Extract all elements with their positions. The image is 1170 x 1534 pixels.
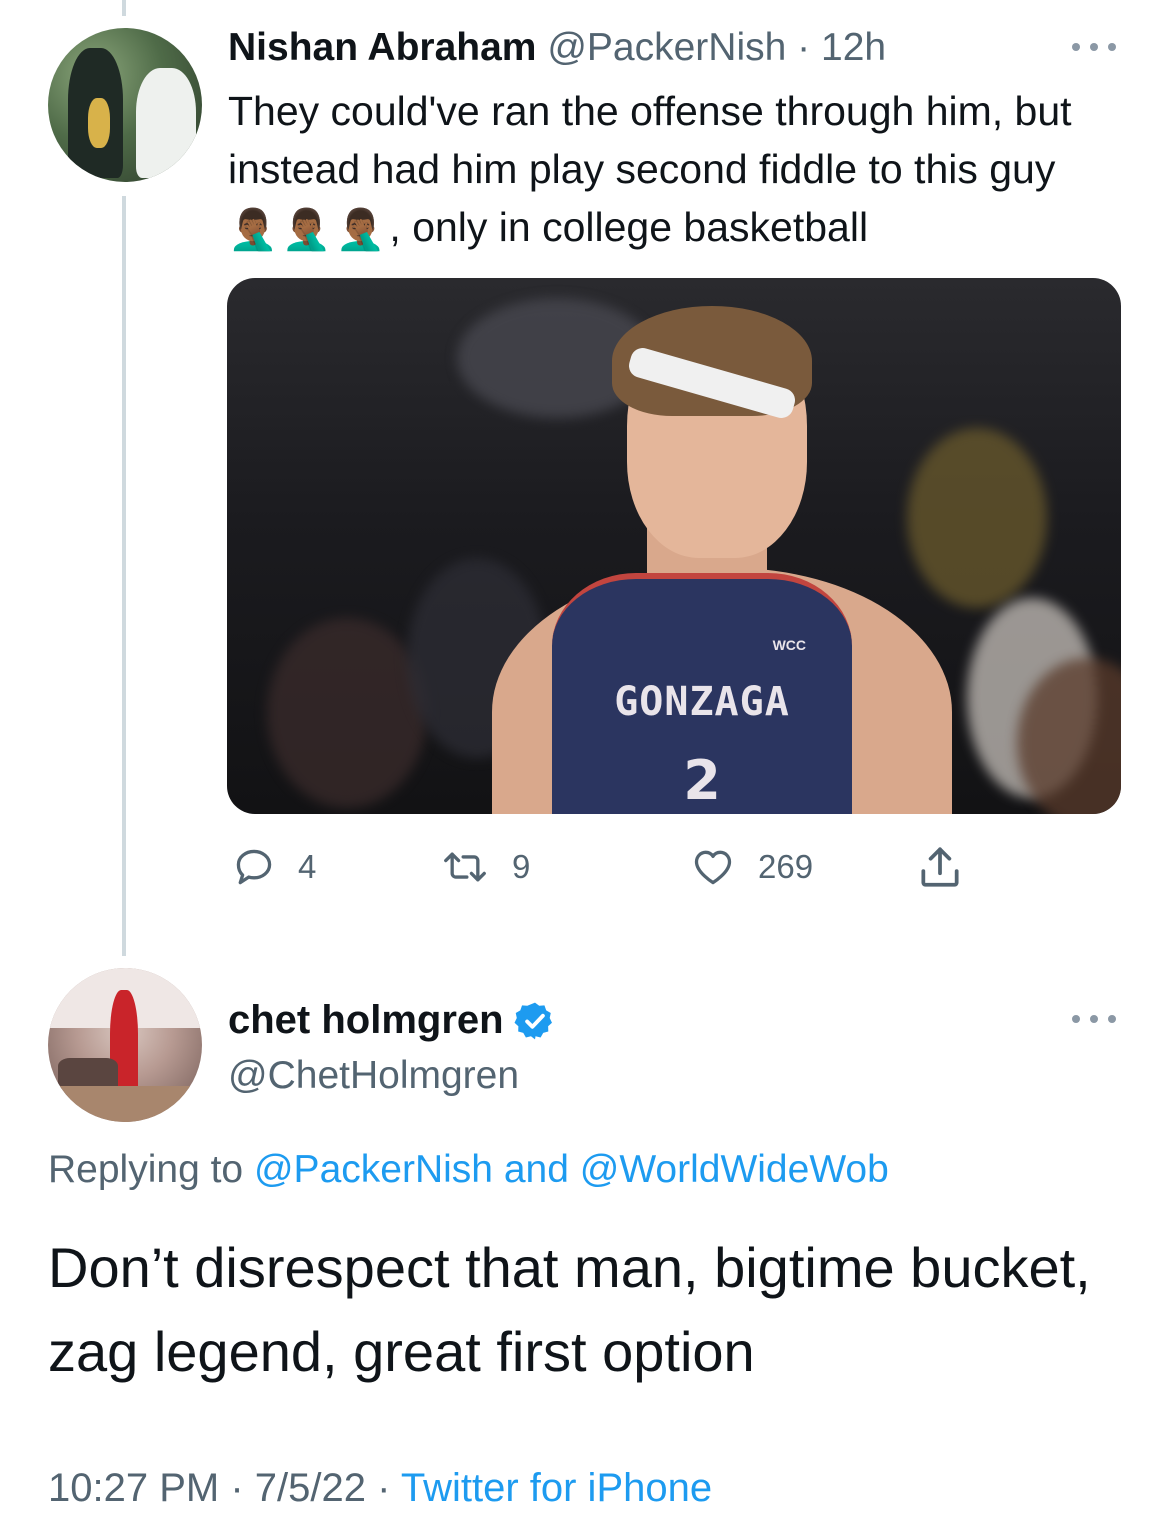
jersey-logo: WCC: [772, 637, 806, 653]
mention-worldwidewob[interactable]: @WorldWideWob: [580, 1148, 889, 1191]
tweet2-footer: 10:27 PM · 7/5/22 · Twitter for iPhone: [48, 1466, 712, 1511]
verified-badge-icon: [514, 1002, 552, 1039]
heart-icon: [694, 850, 732, 885]
tweet2-time[interactable]: 10:27 PM: [48, 1466, 219, 1510]
crowd-blur: [267, 618, 427, 808]
mention-packernish[interactable]: @PackerNish: [254, 1148, 493, 1191]
retweet-icon: [444, 852, 486, 882]
tweet1-handle[interactable]: @PackerNish: [547, 26, 786, 69]
avatar-court: [48, 1086, 202, 1122]
avatar-chet[interactable]: [48, 968, 202, 1122]
thread-connector-line: [122, 196, 126, 956]
tweet1-separator: ·: [797, 26, 811, 69]
tweet2-date[interactable]: 7/5/22: [255, 1466, 366, 1510]
jersey-team-name: GONZAGA: [614, 679, 790, 725]
tweet1-media-photo[interactable]: WCC GONZAGA 2: [227, 278, 1121, 814]
thread-line-top: [122, 0, 126, 16]
tweet2-handle[interactable]: @ChetHolmgren: [228, 1054, 519, 1098]
crowd-blur: [907, 428, 1047, 608]
tweet1-text-main: They could've ran the offense through hi…: [228, 88, 1072, 192]
tweet1-text-tail: , only in college basketball: [389, 204, 869, 250]
tweet2-text: Don’t disrespect that man, bigtime bucke…: [48, 1236, 1091, 1383]
retweet-button[interactable]: 9: [440, 845, 530, 889]
tweet1-time[interactable]: 12h: [821, 26, 886, 69]
tweet1-header: Nishan Abraham @PackerNish · 12h: [228, 26, 886, 70]
reply-count: 4: [298, 848, 317, 885]
trophy-shape: [88, 98, 110, 148]
like-button[interactable]: 269: [690, 845, 813, 889]
reply-button[interactable]: 4: [232, 845, 316, 889]
tweet1-text: They could've ran the offense through hi…: [228, 82, 1128, 259]
tweet1-display-name[interactable]: Nishan Abraham: [228, 26, 536, 69]
reply-icon: [236, 849, 272, 885]
footer-separator: ·: [377, 1466, 391, 1510]
retweet-count: 9: [512, 848, 531, 885]
tweet2-name-text: chet holmgren: [228, 998, 504, 1042]
share-icon: [921, 847, 959, 887]
facepalm-emoji: 🤦🏾‍♂️🤦🏾‍♂️🤦🏾‍♂️: [228, 208, 390, 252]
replying-label: Replying to: [48, 1148, 244, 1191]
avatar-figure-right: [136, 68, 196, 178]
replying-and: and: [503, 1148, 569, 1191]
player-jersey: WCC GONZAGA 2: [552, 573, 852, 814]
like-count: 269: [758, 848, 814, 885]
tweet2-display-name[interactable]: chet holmgren: [228, 998, 556, 1043]
footer-separator: ·: [230, 1466, 244, 1510]
share-button[interactable]: [912, 842, 968, 892]
replying-to-line: Replying to @PackerNish and @WorldWideWo…: [48, 1148, 889, 1192]
tweet2-source[interactable]: Twitter for iPhone: [401, 1466, 712, 1510]
avatar-nishan[interactable]: [48, 28, 202, 182]
more-horizontal-icon[interactable]: [1072, 40, 1116, 54]
jersey-number: 2: [683, 749, 721, 812]
more-horizontal-icon[interactable]: [1072, 1012, 1116, 1026]
